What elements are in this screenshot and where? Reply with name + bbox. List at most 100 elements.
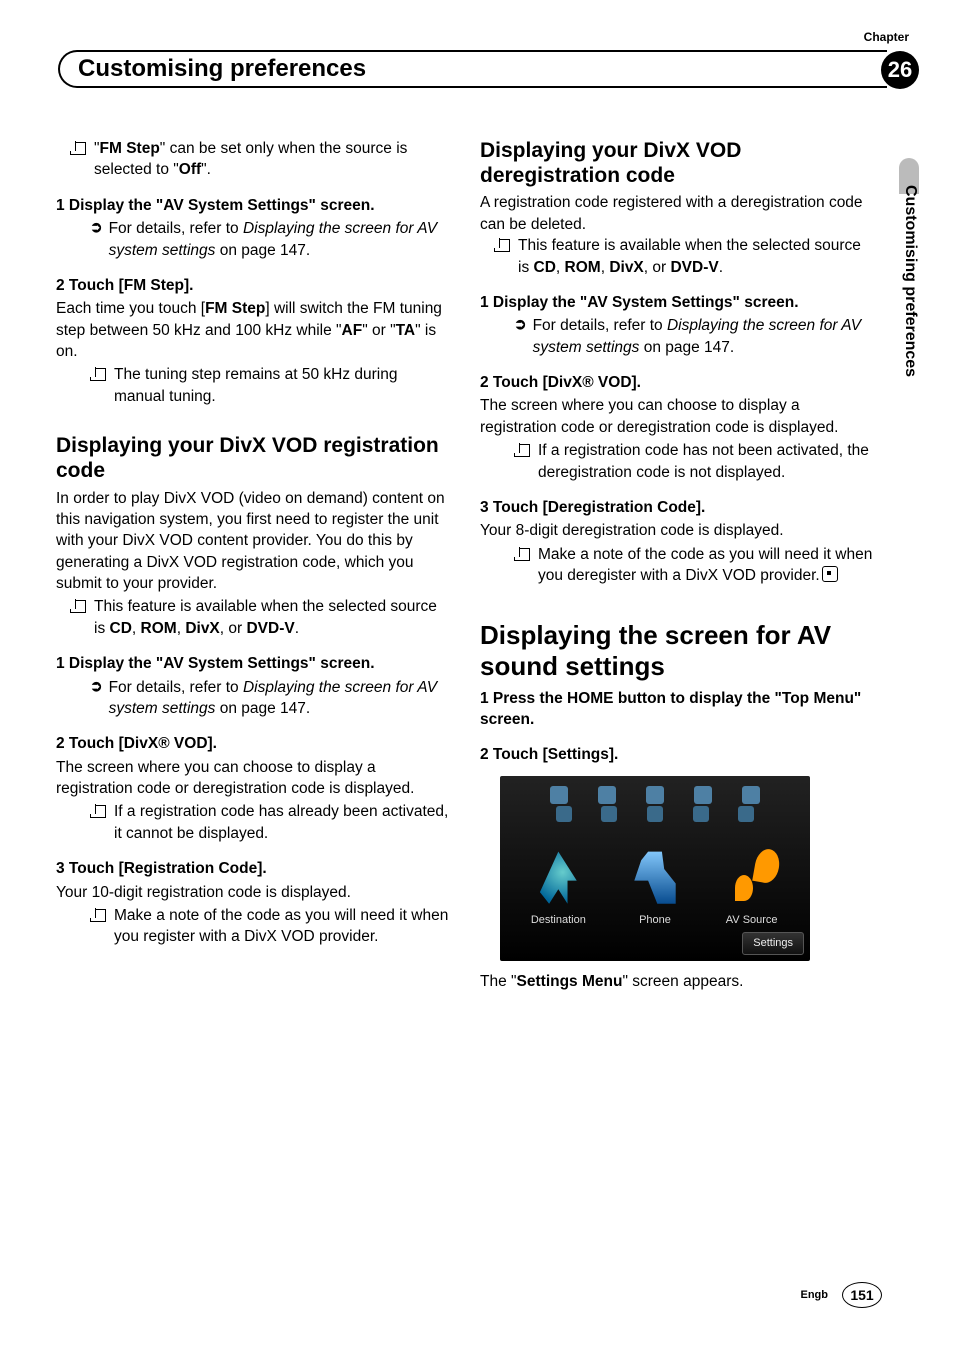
note-text: Make a note of the code as you will need…: [114, 905, 450, 948]
phone-icon: [632, 849, 678, 907]
step-body: The screen where you can choose to displ…: [480, 395, 874, 438]
arrow-icon: ➲: [90, 218, 103, 261]
step-body: The screen where you can choose to displ…: [56, 757, 450, 800]
end-icon: [822, 566, 838, 582]
bullet-icon: [70, 600, 86, 613]
step-head: 2 Touch [FM Step].: [56, 275, 450, 296]
chapter-title: Customising preferences: [58, 50, 887, 88]
heading-divx-dereg: Displaying your DivX VOD deregistration …: [480, 138, 874, 188]
shortcut-icon: [598, 786, 616, 804]
step-1-av-settings-r: 1 Display the "AV System Settings" scree…: [480, 292, 874, 358]
step-reference: ➲ For details, refer to Displaying the s…: [514, 315, 874, 358]
step-head: 1 Press the HOME button to display the "…: [480, 688, 874, 731]
step-head: 2 Touch [DivX® VOD].: [480, 372, 874, 393]
ref-text: For details, refer to Displaying the scr…: [533, 315, 874, 358]
step-3-deregistration-code: 3 Touch [Deregistration Code]. Your 8-di…: [480, 497, 874, 587]
shortcut-icon: [550, 786, 568, 804]
step-reference: ➲ For details, refer to Displaying the s…: [90, 218, 450, 261]
step-body: Your 8-digit deregistration code is disp…: [480, 520, 874, 541]
note-text: "FM Step" can be set only when the sourc…: [94, 138, 450, 181]
step-2-divx-vod: 2 Touch [DivX® VOD]. The screen where yo…: [56, 733, 450, 844]
bullet-icon: [514, 548, 530, 561]
bullet-icon: [90, 805, 106, 818]
menu-phone: Phone: [607, 849, 704, 928]
step-head: 3 Touch [Registration Code].: [56, 858, 450, 879]
shortcut-row-top: [500, 776, 810, 804]
note-text: If a registration code has not been acti…: [538, 440, 874, 483]
shortcut-icon: [693, 806, 709, 822]
top-menu-screenshot: Destination Phone AV Source Settings: [500, 776, 810, 961]
shortcut-icon: [738, 806, 754, 822]
lang-code: Engb: [801, 1289, 829, 1301]
step-note: Make a note of the code as you will need…: [514, 544, 874, 587]
step-head: 1 Display the "AV System Settings" scree…: [56, 195, 450, 216]
shortcut-icon: [694, 786, 712, 804]
note-text: If a registration code has already been …: [114, 801, 450, 844]
settings-button: Settings: [742, 932, 804, 955]
step-head: 1 Display the "AV System Settings" scree…: [480, 292, 874, 313]
note-text: Make a note of the code as you will need…: [538, 544, 874, 587]
heading-divx-reg: Displaying your DivX VOD registration co…: [56, 433, 450, 483]
bullet-icon: [70, 142, 86, 155]
right-column: Displaying your DivX VOD deregistration …: [480, 138, 874, 992]
note-text: The tuning step remains at 50 kHz during…: [114, 364, 450, 407]
page-footer: Engb 151: [801, 1282, 883, 1308]
bullet-icon: [494, 239, 510, 252]
label: AV Source: [726, 913, 778, 928]
music-note-icon: [729, 849, 775, 907]
bullet-icon: [90, 909, 106, 922]
page-header: Chapter Customising preferences 26: [0, 0, 954, 88]
label: Phone: [639, 913, 671, 928]
paragraph: A registration code registered with a de…: [480, 192, 874, 235]
shortcut-icon: [556, 806, 572, 822]
step-note: Make a note of the code as you will need…: [90, 905, 450, 948]
step-head: 1 Display the "AV System Settings" scree…: [56, 653, 450, 674]
note-text: This feature is available when the selec…: [518, 235, 874, 278]
bullet-icon: [90, 368, 106, 381]
paragraph: The "Settings Menu" screen appears.: [480, 971, 874, 992]
step-2-divx-vod-r: 2 Touch [DivX® VOD]. The screen where yo…: [480, 372, 874, 483]
shortcut-icon: [742, 786, 760, 804]
menu-destination: Destination: [510, 849, 607, 928]
heading-av-sound: Displaying the screen for AV sound setti…: [480, 620, 874, 681]
step-body: Each time you touch [FM Step] will switc…: [56, 298, 450, 362]
page-number: 151: [842, 1282, 882, 1308]
note-sources: This feature is available when the selec…: [466, 235, 874, 278]
shortcut-icon: [646, 786, 664, 804]
note-text: This feature is available when the selec…: [94, 596, 450, 639]
paragraph: In order to play DivX VOD (video on dema…: [56, 488, 450, 595]
step-note: If a registration code has already been …: [90, 801, 450, 844]
step-body: Your 10-digit registration code is displ…: [56, 882, 450, 903]
step-2-settings: 2 Touch [Settings].: [480, 744, 874, 765]
main-menu-row: Destination Phone AV Source: [500, 824, 810, 928]
side-tab: Customising preferences: [901, 185, 919, 377]
chapter-label: Chapter: [864, 30, 909, 44]
step-1-av-settings: 1 Display the "AV System Settings" scree…: [56, 195, 450, 261]
step-head: 3 Touch [Deregistration Code].: [480, 497, 874, 518]
step-note: If a registration code has not been acti…: [514, 440, 874, 483]
step-2-fm-step: 2 Touch [FM Step]. Each time you touch […: [56, 275, 450, 407]
step-reference: ➲ For details, refer to Displaying the s…: [90, 677, 450, 720]
note-fm-step: "FM Step" can be set only when the sourc…: [56, 138, 450, 181]
note-sources: This feature is available when the selec…: [42, 596, 450, 639]
bullet-icon: [514, 444, 530, 457]
step-head: 2 Touch [DivX® VOD].: [56, 733, 450, 754]
step-1-home: 1 Press the HOME button to display the "…: [480, 688, 874, 731]
shortcut-row-mid: [500, 804, 810, 824]
arrow-icon: ➲: [514, 315, 527, 358]
step-3-registration-code: 3 Touch [Registration Code]. Your 10-dig…: [56, 858, 450, 948]
ref-text: For details, refer to Displaying the scr…: [109, 677, 450, 720]
ref-text: For details, refer to Displaying the scr…: [109, 218, 450, 261]
chapter-number: 26: [881, 51, 919, 89]
step-head: 2 Touch [Settings].: [480, 744, 874, 765]
left-column: "FM Step" can be set only when the sourc…: [56, 138, 450, 992]
destination-icon: [535, 849, 581, 907]
content-columns: "FM Step" can be set only when the sourc…: [0, 88, 954, 992]
step-1-av-settings-2: 1 Display the "AV System Settings" scree…: [56, 653, 450, 719]
label: Destination: [531, 913, 586, 928]
shortcut-icon: [647, 806, 663, 822]
shortcut-icon: [601, 806, 617, 822]
menu-av-source: AV Source: [703, 849, 800, 928]
arrow-icon: ➲: [90, 677, 103, 720]
step-note: The tuning step remains at 50 kHz during…: [90, 364, 450, 407]
